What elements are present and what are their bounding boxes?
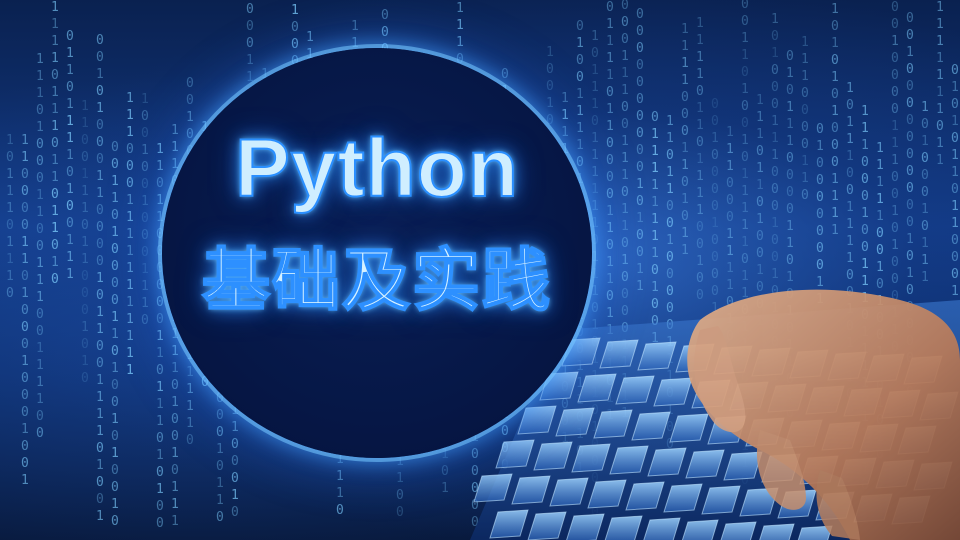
- course-subtitle: 基础及实践: [201, 242, 552, 321]
- course-title: Python: [234, 123, 519, 214]
- cover-image: 1011101110110000110100010001001111010001…: [0, 0, 960, 540]
